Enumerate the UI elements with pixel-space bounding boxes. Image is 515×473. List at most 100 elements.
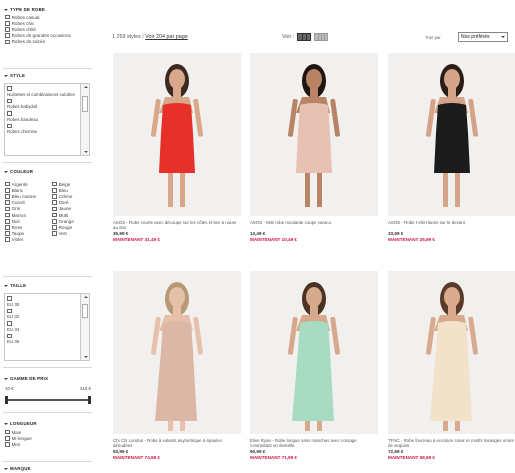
checkbox[interactable]	[5, 20, 10, 26]
color-list: Argenté Beige Blanc Bleu Bleu marine Crè…	[5, 181, 92, 243]
checkbox[interactable]	[5, 212, 10, 218]
scroll-up-icon[interactable]	[83, 296, 88, 298]
filter-option[interactable]: Robes babydoll	[7, 98, 79, 109]
style-scroll-list[interactable]: Nuisettes et combinaisons-culottes Robes…	[4, 83, 90, 156]
product-image[interactable]	[113, 271, 241, 434]
scrollbar-thumb[interactable]	[82, 96, 88, 112]
product-image[interactable]	[388, 271, 515, 434]
checkbox[interactable]	[7, 86, 12, 91]
checkbox[interactable]	[7, 111, 12, 116]
checkbox[interactable]	[7, 123, 12, 129]
size-scroll-list[interactable]: EU 30 EU 32 EU 34 EU 36	[4, 293, 90, 361]
checkbox[interactable]	[5, 187, 10, 193]
filter-heading-style[interactable]: STYLE	[4, 73, 25, 78]
product-sale-price: MAINTENANT 74,99 €	[113, 454, 160, 460]
checkbox[interactable]	[5, 435, 10, 441]
checkbox[interactable]	[52, 225, 57, 230]
checkbox[interactable]	[5, 39, 10, 45]
checkbox[interactable]	[5, 206, 10, 212]
product-name[interactable]: Elise Ryan - Robe longue sans manches av…	[250, 438, 378, 449]
checkbox[interactable]	[52, 194, 57, 199]
product-image[interactable]	[388, 53, 515, 216]
checkbox[interactable]	[52, 218, 57, 224]
product-name[interactable]: Chi Chi London - Robe à volants asymétri…	[113, 438, 241, 449]
checkbox[interactable]	[7, 308, 12, 314]
product-card[interactable]: ASOS - Mini robe moulante coupe caraco 1…	[250, 53, 378, 242]
checkbox[interactable]	[7, 98, 12, 104]
filter-option[interactable]: Robes bandeau	[7, 111, 79, 122]
checkbox[interactable]	[52, 187, 57, 193]
checkbox[interactable]	[5, 14, 10, 20]
filter-heading-size[interactable]: TAILLE	[4, 283, 26, 288]
filter-option[interactable]: Robes chemise	[7, 123, 79, 134]
scroll-down-icon[interactable]	[83, 356, 88, 358]
chevron-down-icon	[4, 422, 8, 425]
scroll-down-icon[interactable]	[83, 151, 88, 153]
filter-heading-dress-type[interactable]: TYPE DE ROBE	[4, 7, 45, 12]
product-name[interactable]: ASOS - Mini robe moulante coupe caraco	[250, 220, 378, 231]
scrollbar-thumb[interactable]	[82, 304, 88, 318]
product-image[interactable]	[250, 53, 378, 216]
checkbox[interactable]	[5, 429, 10, 435]
scrollbar[interactable]	[80, 84, 89, 155]
filter-option[interactable]: Nuisettes et combinaisons-culottes	[7, 86, 79, 97]
filter-heading-length[interactable]: LONGUEUR	[4, 421, 37, 426]
filter-heading-brand[interactable]: MARQUE	[4, 466, 31, 471]
checkbox[interactable]	[7, 296, 12, 301]
product-card[interactable]: ASOS - Robe courte avec découpe sur les …	[113, 53, 241, 242]
checkbox[interactable]	[5, 181, 10, 187]
chevron-down-icon	[4, 8, 8, 11]
grid-large-icon[interactable]	[297, 33, 312, 41]
product-card[interactable]: ASOS - Robe t-shirt lacée sur le devant …	[388, 53, 515, 242]
product-card[interactable]: Chi Chi London - Robe à volants asymétri…	[113, 271, 241, 460]
product-name[interactable]: TFNC - Robe fourreau à encolure cœur et …	[388, 438, 515, 449]
checkbox[interactable]	[5, 225, 10, 230]
grid-small-icon[interactable]	[314, 33, 329, 41]
filter-heading-price[interactable]: GAMME DE PRIX	[4, 376, 48, 381]
product-card[interactable]: TFNC - Robe fourreau à encolure cœur et …	[388, 271, 515, 460]
filter-option[interactable]: Robes de grandes occasions	[5, 33, 71, 39]
checkbox[interactable]	[52, 206, 57, 212]
product-sale-price: MAINTENANT 71,99 €	[250, 454, 297, 460]
checkbox[interactable]	[5, 200, 10, 205]
product-name[interactable]: ASOS - Robe t-shirt lacée sur le devant	[388, 220, 515, 231]
price-max: 315 €	[80, 386, 91, 391]
filter-option[interactable]: EU 32	[7, 308, 79, 319]
checkbox[interactable]	[52, 231, 57, 236]
filter-option[interactable]: Vert	[52, 231, 92, 237]
checkbox[interactable]	[5, 27, 10, 32]
view-all-link[interactable]: Voir 204 par page	[145, 34, 188, 40]
filter-option[interactable]: Mini	[5, 441, 32, 447]
checkbox[interactable]	[7, 321, 12, 326]
checkbox[interactable]	[52, 212, 57, 218]
checkbox[interactable]	[5, 218, 10, 224]
product-image[interactable]	[113, 53, 241, 216]
product-card[interactable]: Elise Ryan - Robe longue sans manches av…	[250, 271, 378, 460]
filter-option[interactable]: EU 30	[7, 296, 79, 307]
price-slider-track[interactable]	[6, 399, 90, 401]
filter-option[interactable]: Violet	[5, 237, 52, 243]
checkbox[interactable]	[7, 333, 12, 339]
checkbox[interactable]	[5, 194, 10, 199]
scroll-up-icon[interactable]	[83, 86, 88, 88]
product-sale-price: MAINTENANT 31,49 €	[113, 236, 160, 242]
product-name[interactable]: ASOS - Robe courte avec découpe sur les …	[113, 220, 241, 231]
checkbox[interactable]	[5, 442, 10, 447]
dress-type-list: Robes casual Robes chic Robes d'été Robe…	[5, 14, 71, 45]
price-slider-max-handle[interactable]	[88, 396, 91, 404]
checkbox[interactable]	[5, 237, 10, 243]
filter-option[interactable]: Robes de soirée	[5, 39, 71, 45]
chevron-down-icon	[4, 170, 8, 173]
filter-option[interactable]: Mi-longue	[5, 435, 32, 441]
checkbox[interactable]	[5, 231, 10, 236]
checkbox[interactable]	[5, 33, 10, 38]
filter-option[interactable]: EU 34	[7, 321, 79, 332]
checkbox[interactable]	[52, 181, 57, 187]
checkbox[interactable]	[52, 200, 57, 205]
scrollbar[interactable]	[80, 294, 89, 360]
product-image[interactable]	[250, 271, 378, 434]
sort-select[interactable]: Nos préférés	[458, 32, 508, 42]
filter-option[interactable]: EU 36	[7, 333, 79, 344]
price-slider-min-handle[interactable]	[5, 396, 8, 404]
filter-heading-color[interactable]: COULEUR	[4, 169, 33, 174]
